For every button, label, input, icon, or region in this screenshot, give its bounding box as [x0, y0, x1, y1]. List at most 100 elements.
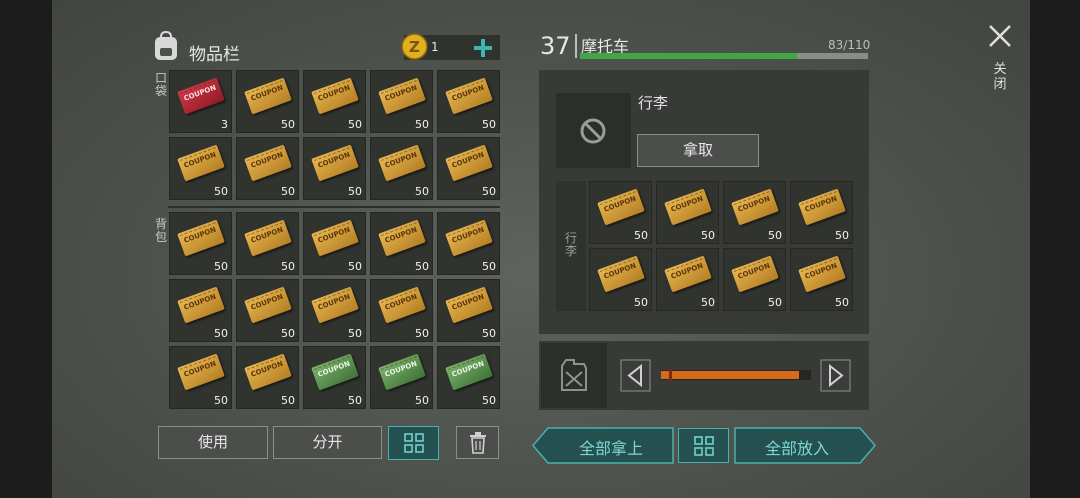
fuel-slider-handle[interactable]: [669, 369, 672, 381]
luggage-slot[interactable]: COUPON 50: [589, 181, 652, 244]
take-button[interactable]: 拿取: [637, 134, 759, 167]
backpack-section-label: 背包: [154, 217, 167, 244]
gold-coupon-icon: COUPON: [731, 255, 779, 293]
item-quantity: 50: [482, 327, 496, 340]
fuel-slider-fill: [661, 371, 799, 379]
gold-coupon-icon: COUPON: [597, 188, 645, 226]
fuel-decrease-button[interactable]: [620, 359, 651, 392]
backpack-slot[interactable]: COUPON 50: [437, 279, 500, 342]
gold-coupon-icon: COUPON: [378, 144, 426, 182]
luggage-preview: [556, 93, 631, 168]
luggage-slot[interactable]: COUPON 50: [656, 181, 719, 244]
pocket-slot[interactable]: COUPON 50: [370, 137, 433, 200]
capacity-text: 83/110: [828, 38, 871, 52]
gold-coupon-icon: COUPON: [445, 77, 493, 115]
level-divider: [575, 34, 577, 58]
close-button[interactable]: 关闭: [986, 24, 1014, 100]
fuel-increase-button[interactable]: [820, 359, 851, 392]
sort-luggage-button[interactable]: [678, 428, 729, 463]
item-quantity: 50: [768, 296, 782, 309]
use-button[interactable]: 使用: [158, 426, 268, 459]
backpack-slot[interactable]: COUPON 50: [370, 279, 433, 342]
item-quantity: 50: [415, 327, 429, 340]
item-quantity: 50: [281, 185, 295, 198]
item-quantity: 50: [281, 327, 295, 340]
backpack-icon: [151, 30, 181, 62]
pocket-slot[interactable]: COUPON 50: [437, 137, 500, 200]
pocket-grid: COUPON 3 COUPON 50 COUPON 50 COUPON 50 COUPON 50 C…: [169, 70, 500, 201]
close-icon: [989, 25, 1011, 47]
pocket-slot[interactable]: COUPON 50: [236, 137, 299, 200]
add-coins-button[interactable]: [472, 37, 494, 59]
item-quantity: 50: [348, 185, 362, 198]
gold-coupon-icon: COUPON: [664, 188, 712, 226]
take-all-button[interactable]: 全部拿上: [532, 427, 674, 464]
gold-coupon-icon: COUPON: [597, 255, 645, 293]
backpack-slot[interactable]: COUPON 50: [169, 346, 232, 409]
backpack-slot[interactable]: COUPON 50: [437, 346, 500, 409]
gold-coupon-icon: COUPON: [445, 219, 493, 257]
green-coupon-icon: COUPON: [311, 353, 359, 391]
luggage-slot[interactable]: COUPON 50: [723, 181, 786, 244]
pocket-slot[interactable]: COUPON 50: [303, 137, 366, 200]
take-all-label: 全部拿上: [578, 439, 643, 458]
gold-coupon-icon: COUPON: [177, 353, 225, 391]
backpack-slot[interactable]: COUPON 50: [236, 346, 299, 409]
item-quantity: 50: [214, 185, 228, 198]
close-label: 关闭: [993, 62, 1007, 92]
luggage-slot[interactable]: COUPON 50: [790, 181, 853, 244]
fuel-slider-track[interactable]: [661, 369, 811, 381]
backpack-slot[interactable]: COUPON 50: [370, 212, 433, 275]
backpack-slot[interactable]: COUPON 50: [437, 212, 500, 275]
split-button[interactable]: 分开: [273, 426, 382, 459]
backpack-slot[interactable]: COUPON 50: [169, 279, 232, 342]
luggage-slot[interactable]: COUPON 50: [723, 248, 786, 311]
backpack-slot[interactable]: COUPON 50: [303, 279, 366, 342]
luggage-slot[interactable]: COUPON 50: [589, 248, 652, 311]
luggage-grid: COUPON 50 COUPON 50 COUPON 50 COUPON 50 COUPON 50…: [589, 181, 854, 311]
coin-icon: Z: [401, 33, 428, 60]
pocket-slot[interactable]: COUPON 3: [169, 70, 232, 133]
backpack-slot[interactable]: COUPON 50: [236, 212, 299, 275]
fuel-can-icon: [561, 359, 587, 391]
luggage-slot[interactable]: COUPON 50: [656, 248, 719, 311]
section-divider: [168, 206, 500, 208]
luggage-side-label: 行李: [564, 231, 577, 258]
luggage-slot[interactable]: COUPON 50: [790, 248, 853, 311]
discard-button[interactable]: [456, 426, 499, 459]
item-quantity: 50: [214, 394, 228, 407]
sort-grid-button[interactable]: [388, 426, 439, 460]
gold-coupon-icon: COUPON: [311, 77, 359, 115]
gold-coupon-icon: COUPON: [177, 144, 225, 182]
plus-icon: [474, 39, 492, 57]
green-coupon-icon: COUPON: [445, 353, 493, 391]
item-quantity: 50: [214, 327, 228, 340]
gold-coupon-icon: COUPON: [244, 219, 292, 257]
grid-icon: [694, 436, 714, 456]
item-quantity: 50: [768, 229, 782, 242]
pocket-slot[interactable]: COUPON 50: [236, 70, 299, 133]
pocket-slot[interactable]: COUPON 50: [169, 137, 232, 200]
pocket-slot[interactable]: COUPON 50: [437, 70, 500, 133]
pocket-slot[interactable]: COUPON 50: [370, 70, 433, 133]
put-all-button[interactable]: 全部放入: [734, 427, 876, 464]
item-quantity: 3: [221, 118, 228, 131]
luggage-title: 行李: [638, 94, 669, 112]
gold-coupon-icon: COUPON: [664, 255, 712, 293]
gold-coupon-icon: COUPON: [311, 219, 359, 257]
item-quantity: 50: [281, 118, 295, 131]
gold-coupon-icon: COUPON: [244, 286, 292, 324]
backpack-slot[interactable]: COUPON 50: [370, 346, 433, 409]
pocket-slot[interactable]: COUPON 50: [303, 70, 366, 133]
no-item-icon: [580, 118, 606, 144]
item-quantity: 50: [214, 260, 228, 273]
backpack-slot[interactable]: COUPON 50: [303, 212, 366, 275]
capacity-bar-fill: [580, 53, 798, 59]
backpack-slot[interactable]: COUPON 50: [169, 212, 232, 275]
grid-icon: [404, 433, 424, 453]
capacity-bar: [580, 53, 868, 59]
backpack-slot[interactable]: COUPON 50: [236, 279, 299, 342]
gold-coupon-icon: COUPON: [244, 144, 292, 182]
backpack-slot[interactable]: COUPON 50: [303, 346, 366, 409]
gold-coupon-icon: COUPON: [244, 353, 292, 391]
